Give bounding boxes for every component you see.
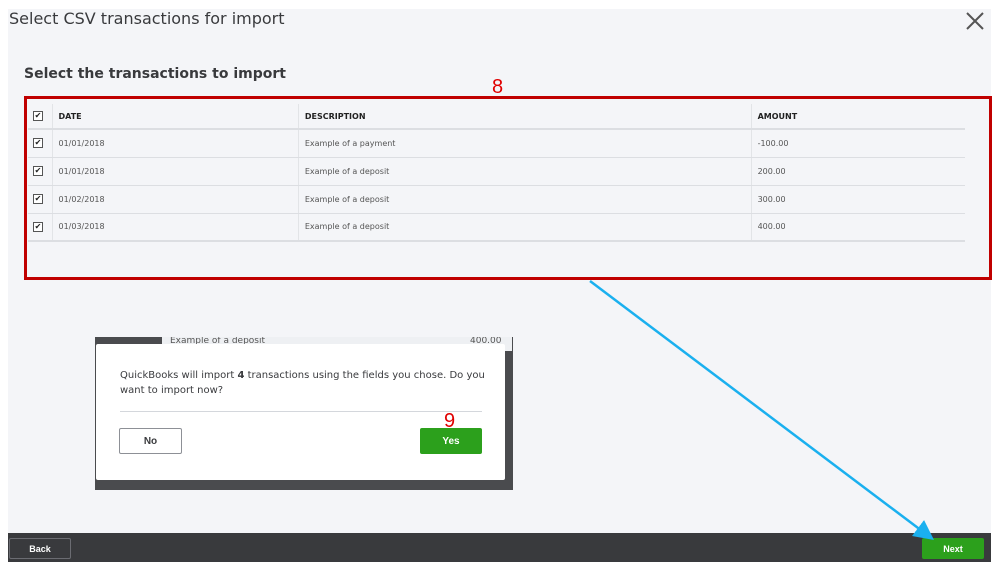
section-title: Select the transactions to import — [24, 66, 286, 82]
cell-description: Example of a payment — [297, 129, 752, 158]
message-text: QuickBooks will import — [120, 370, 238, 381]
cell-amount: 400.00 — [750, 213, 965, 242]
cell-amount: 200.00 — [750, 157, 965, 186]
table-row[interactable]: ✔ 01/02/2018 Example of a deposit 300.00 — [28, 185, 965, 214]
annotation-label-9: 9 — [444, 410, 456, 432]
cell-date: 01/01/2018 — [51, 157, 299, 186]
cell-description: Example of a deposit — [297, 213, 752, 242]
row-checkbox[interactable]: ✔ — [33, 221, 43, 232]
annotation-label-8: 8 — [492, 76, 504, 98]
select-all-cell: ✔ — [28, 104, 52, 130]
table-row[interactable]: ✔ 01/01/2018 Example of a payment -100.0… — [28, 129, 965, 158]
row-checkbox[interactable]: ✔ — [33, 166, 43, 176]
row-checkbox[interactable]: ✔ — [33, 138, 43, 149]
column-date[interactable]: DATE — [51, 104, 299, 130]
cell-amount: 300.00 — [750, 185, 965, 214]
column-amount[interactable]: AMOUNT — [750, 104, 965, 130]
cell-date: 01/01/2018 — [51, 129, 299, 158]
cell-date: 01/03/2018 — [51, 213, 299, 242]
table-header: ✔ DATE DESCRIPTION AMOUNT — [28, 104, 965, 130]
cell-amount: -100.00 — [750, 129, 965, 158]
row-checkbox-cell: ✔ — [28, 213, 52, 242]
cell-date: 01/02/2018 — [51, 185, 299, 214]
column-description[interactable]: DESCRIPTION — [297, 104, 752, 130]
page-title: Select CSV transactions for import — [9, 9, 285, 28]
table-row[interactable]: ✔ 01/01/2018 Example of a deposit 200.00 — [28, 157, 965, 186]
cell-description: Example of a deposit — [297, 185, 752, 214]
back-button[interactable]: Back — [9, 538, 71, 559]
select-all-checkbox[interactable]: ✔ — [33, 111, 43, 121]
dialog-message: QuickBooks will import 4 transactions us… — [120, 368, 490, 398]
divider — [120, 411, 482, 412]
no-button[interactable]: No — [119, 428, 182, 454]
row-checkbox[interactable]: ✔ — [33, 194, 43, 204]
close-icon[interactable] — [964, 10, 986, 32]
transactions-table: ✔ DATE DESCRIPTION AMOUNT ✔ 01/01/2018 E… — [28, 104, 965, 242]
cell-description: Example of a deposit — [297, 157, 752, 186]
row-checkbox-cell: ✔ — [28, 185, 52, 214]
next-button[interactable]: Next — [922, 538, 984, 559]
table-row[interactable]: ✔ 01/03/2018 Example of a deposit 400.00 — [28, 213, 965, 242]
row-checkbox-cell: ✔ — [28, 157, 52, 186]
footer-bar: Back Next — [8, 533, 991, 562]
row-checkbox-cell: ✔ — [28, 129, 52, 158]
